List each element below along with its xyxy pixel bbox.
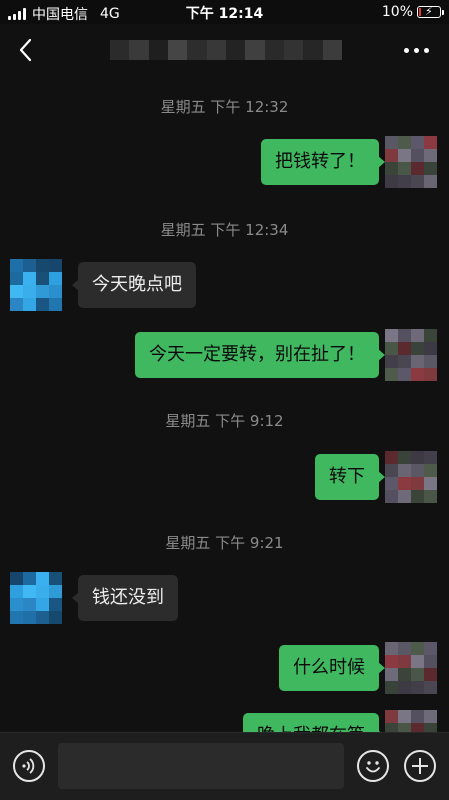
avatar[interactable] <box>385 710 437 732</box>
chevron-left-icon[interactable] <box>16 36 42 64</box>
more-dots-icon[interactable] <box>404 48 429 53</box>
timestamp: 星期五 下午 9:12 <box>165 412 284 430</box>
incoming-message[interactable]: 今天晚点吧 <box>72 262 196 308</box>
voice-icon[interactable] <box>13 750 45 782</box>
chat-header <box>0 24 449 76</box>
outgoing-message[interactable]: 转下 <box>315 454 385 500</box>
avatar[interactable] <box>385 136 437 188</box>
status-bar: 中国电信 4G 下午 12:14 10% ⚡ <box>0 0 449 24</box>
battery-charging-icon: ⚡ <box>417 5 444 18</box>
status-right: 10% ⚡ <box>381 4 444 20</box>
timestamp: 星期五 下午 12:34 <box>160 221 289 239</box>
outgoing-message[interactable]: 什么时候 <box>279 645 385 691</box>
chat-area[interactable]: 星期五 下午 12:32 把钱转了！ 星期五 下午 12:34 今天晚点吧 今天… <box>0 76 449 732</box>
outgoing-message[interactable]: 把钱转了！ <box>261 139 385 185</box>
avatar[interactable] <box>10 259 62 311</box>
battery-percent: 10% <box>381 4 413 20</box>
avatar[interactable] <box>385 642 437 694</box>
incoming-message[interactable]: 钱还没到 <box>72 575 178 621</box>
emoji-icon[interactable] <box>357 750 389 782</box>
avatar[interactable] <box>10 572 62 624</box>
outgoing-message[interactable]: 晚上我都在等 <box>243 713 385 732</box>
timestamp: 星期五 下午 9:21 <box>165 534 284 552</box>
avatar[interactable] <box>385 451 437 503</box>
timestamp: 星期五 下午 12:32 <box>160 98 289 116</box>
avatar[interactable] <box>385 329 437 381</box>
plus-icon[interactable] <box>404 750 436 782</box>
contact-name-pixelated <box>110 40 342 60</box>
message-input[interactable] <box>58 743 344 789</box>
input-bar <box>0 732 449 800</box>
outgoing-message[interactable]: 今天一定要转，别在扯了！ <box>135 332 385 378</box>
